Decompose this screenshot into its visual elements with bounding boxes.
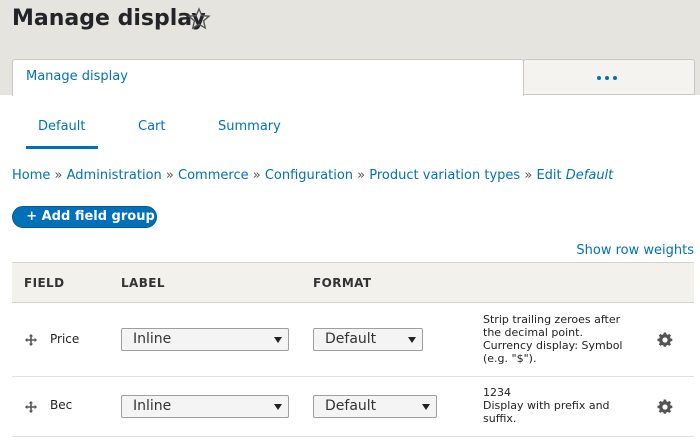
table-row: Price Inline Default Strip trailing zero… — [12, 303, 694, 377]
breadcrumb-separator: » — [54, 168, 63, 183]
gear-icon[interactable] — [657, 332, 673, 348]
breadcrumb-separator: » — [252, 168, 261, 183]
drag-handle-icon[interactable] — [24, 333, 38, 347]
table-header: FIELD LABEL FORMAT — [12, 262, 694, 303]
summary-line: (e.g. "$"). — [483, 352, 537, 365]
breadcrumb-separator: » — [524, 168, 533, 183]
breadcrumb-current: Default — [565, 168, 614, 183]
tab-cart[interactable]: Cart — [138, 119, 166, 134]
tab-more[interactable] — [523, 59, 695, 95]
tab-manage-display-label: Manage display — [26, 69, 128, 84]
summary-line: suffix. — [483, 412, 517, 425]
fields-table: FIELD LABEL FORMAT Price Inline Default … — [12, 262, 694, 437]
page-title: Manage display — [12, 6, 206, 31]
secondary-tabs: Default Cart Summary — [0, 110, 700, 150]
summary-line: 1234 — [483, 386, 511, 399]
add-field-group-button[interactable]: + Add field group — [12, 206, 157, 228]
tab-summary[interactable]: Summary — [218, 119, 281, 134]
breadcrumb-separator: » — [357, 168, 366, 183]
breadcrumb-administration[interactable]: Administration — [67, 168, 162, 183]
format-select-value: Default — [325, 398, 377, 414]
format-summary: 1234 Display with prefix and suffix. — [483, 386, 643, 425]
format-select[interactable]: Default — [313, 395, 437, 418]
header-format: FORMAT — [313, 276, 372, 290]
summary-line: Currency display: Symbol — [483, 339, 623, 352]
breadcrumb-product-variation-types[interactable]: Product variation types — [369, 168, 520, 183]
label-select[interactable]: Inline — [121, 395, 289, 418]
summary-line: Strip trailing zeroes after — [483, 313, 621, 326]
breadcrumb-edit-label: Edit — [536, 168, 562, 183]
chevron-down-icon — [274, 404, 282, 410]
breadcrumb-edit[interactable]: Edit Default — [536, 168, 613, 183]
field-name: Bec — [50, 398, 73, 412]
tab-manage-display[interactable]: Manage display — [12, 59, 524, 96]
format-summary: Strip trailing zeroes after the decimal … — [483, 313, 643, 365]
drag-handle-icon[interactable] — [24, 400, 38, 414]
summary-line: the decimal point. — [483, 326, 583, 339]
field-name: Price — [50, 332, 80, 346]
tab-default[interactable]: Default — [38, 119, 86, 134]
label-select-value: Inline — [133, 398, 172, 414]
header-field: FIELD — [24, 276, 65, 290]
show-row-weights-link[interactable]: Show row weights — [576, 243, 694, 258]
chevron-down-icon — [408, 337, 416, 343]
chevron-down-icon — [274, 337, 282, 343]
active-tab-indicator — [26, 146, 98, 149]
chevron-down-icon — [422, 404, 430, 410]
summary-line: Display with prefix and — [483, 399, 610, 412]
more-icon — [597, 76, 621, 82]
breadcrumb-separator: » — [165, 168, 174, 183]
breadcrumb-commerce[interactable]: Commerce — [178, 168, 249, 183]
header-label: LABEL — [121, 276, 165, 290]
breadcrumb-configuration[interactable]: Configuration — [265, 168, 353, 183]
format-select[interactable]: Default — [313, 328, 423, 351]
star-icon[interactable] — [187, 7, 211, 31]
breadcrumb-home[interactable]: Home — [12, 168, 50, 183]
breadcrumb: Home » Administration » Commerce » Confi… — [12, 168, 613, 183]
table-row: Bec Inline Default 1234 Display with pre… — [12, 377, 694, 437]
label-select[interactable]: Inline — [121, 328, 289, 351]
gear-icon[interactable] — [657, 399, 673, 415]
label-select-value: Inline — [133, 331, 172, 347]
format-select-value: Default — [325, 331, 377, 347]
